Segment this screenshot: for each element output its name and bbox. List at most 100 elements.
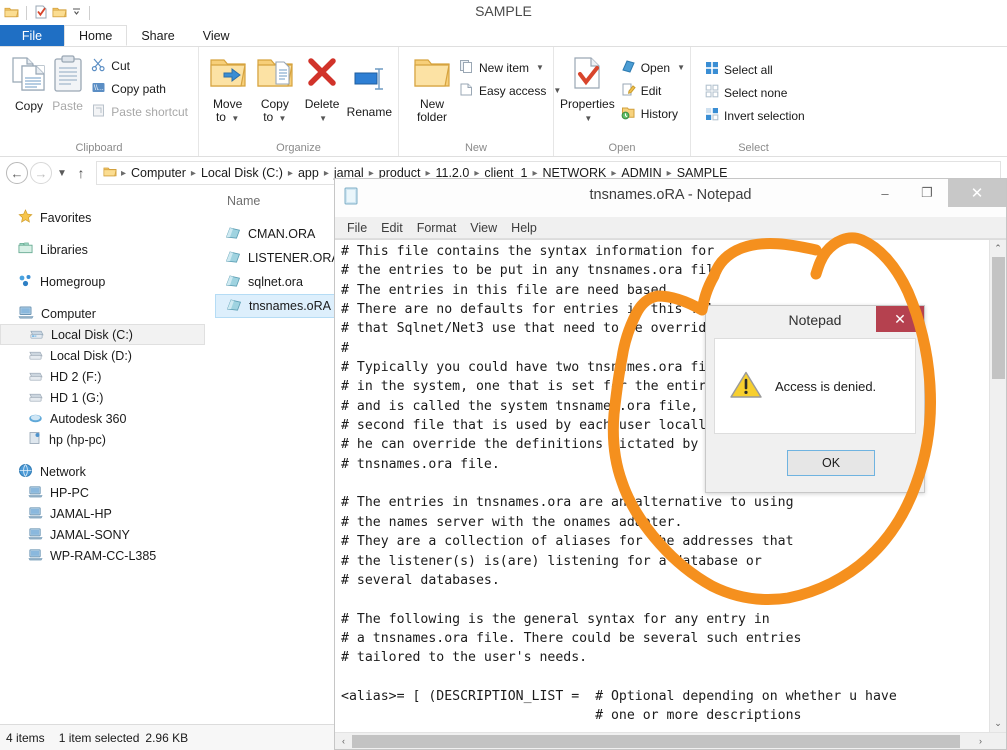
ora-file-icon (225, 274, 241, 291)
select-none-button[interactable]: Select none (701, 82, 809, 103)
move-to-button[interactable]: Move to ▼ (205, 51, 250, 125)
cloud-icon (28, 411, 43, 427)
edit-button[interactable]: Edit (617, 80, 689, 101)
properties-icon (569, 54, 605, 95)
paste-shortcut-button[interactable]: Paste shortcut (87, 101, 192, 122)
breadcrumb-item-local-disk-c[interactable]: Local Disk (C:) (198, 166, 286, 180)
breadcrumb-separator: ▸ (425, 167, 431, 179)
ora-file-icon (225, 250, 241, 267)
delete-caret[interactable]: ▼ (319, 114, 327, 123)
drive-icon (28, 369, 43, 385)
dialog-close-button[interactable]: ✕ (876, 306, 924, 332)
nav-item-libraries[interactable]: Libraries (0, 239, 215, 260)
move-to-icon (207, 54, 249, 95)
file-row-sqlnet[interactable]: sqlnet.ora (215, 270, 335, 294)
new-item-button[interactable]: New item ▼ (455, 57, 565, 78)
hscrollbar-thumb[interactable] (352, 734, 960, 748)
move-to-caret[interactable]: ▼ (231, 114, 239, 123)
forward-arrow-icon[interactable]: → (30, 162, 52, 184)
scroll-down-icon[interactable]: ⌄ (990, 715, 1007, 732)
tab-view[interactable]: View (189, 25, 244, 46)
nav-item-hp-pc[interactable]: HP-PC (0, 482, 215, 503)
rename-label: Rename (346, 105, 393, 119)
dialog-message: Access is denied. (775, 378, 877, 394)
open-icon (621, 59, 636, 77)
open-caret[interactable]: ▼ (677, 63, 685, 72)
ribbon-group-open: Properties ▼ Open ▼ Edit History Open (554, 47, 691, 156)
hscroll-track[interactable] (352, 734, 972, 748)
menu-format[interactable]: Format (417, 221, 457, 235)
menu-help[interactable]: Help (511, 221, 537, 235)
rename-button[interactable]: Rename (347, 51, 392, 119)
minimize-button[interactable]: – (864, 179, 906, 207)
nav-item-hd2-f[interactable]: HD 2 (F:) (0, 366, 215, 387)
tab-file[interactable]: File (0, 25, 64, 46)
pc-icon (28, 506, 43, 522)
copy-button[interactable]: Copy (10, 51, 48, 113)
notepad-vertical-scrollbar[interactable]: ⌃ ⌄ (989, 240, 1006, 732)
clipboard-small-commands: Cut \\... Copy path Paste shortcut (87, 51, 192, 122)
file-row-tnsnames[interactable]: tnsnames.oRA (215, 294, 335, 318)
scroll-up-icon[interactable]: ⌃ (990, 240, 1007, 257)
nav-item-jamal-hp[interactable]: JAMAL-HP (0, 503, 215, 524)
scrollbar-thumb[interactable] (991, 257, 1005, 379)
dialog-ok-button[interactable]: OK (787, 450, 875, 476)
new-item-caret[interactable]: ▼ (536, 63, 544, 72)
invert-selection-button[interactable]: Invert selection (701, 105, 809, 126)
maximize-button[interactable]: ❐ (906, 179, 948, 207)
cut-button[interactable]: Cut (87, 55, 192, 76)
copy-to-button[interactable]: Copy to ▼ (252, 51, 297, 125)
properties-button[interactable]: Properties ▼ (560, 51, 615, 125)
nav-item-computer[interactable]: Computer (0, 303, 215, 324)
nav-item-autodesk-360[interactable]: Autodesk 360 (0, 408, 215, 429)
easy-access-button[interactable]: Easy access ▼ (455, 80, 565, 101)
ribbon-group-organize: Move to ▼ Copy to ▼ Delete ▼ Rename Orga… (199, 47, 399, 156)
tab-share[interactable]: Share (127, 25, 188, 46)
properties-caret[interactable]: ▼ (584, 114, 592, 123)
history-button[interactable]: History (617, 103, 689, 124)
file-name: tnsnames.oRA (249, 299, 331, 313)
scroll-right-icon[interactable]: › (972, 733, 989, 750)
copy-button-label: Copy (14, 99, 43, 113)
pc-icon (28, 548, 43, 564)
menu-edit[interactable]: Edit (381, 221, 403, 235)
notepad-title-bar[interactable]: tnsnames.oRA - Notepad – ❐ ✕ (335, 179, 1006, 217)
nav-item-hd1-g[interactable]: HD 1 (G:) (0, 387, 215, 408)
ribbon-group-clipboard: Copy Paste Cut \\... Copy path Paste sho… (0, 47, 199, 156)
nav-item-network[interactable]: Network (0, 461, 215, 482)
open-button[interactable]: Open ▼ (617, 57, 689, 78)
tab-home[interactable]: Home (64, 25, 128, 46)
menu-file[interactable]: File (347, 221, 367, 235)
nav-item-hp-hp-pc[interactable]: hp (hp-pc) (0, 429, 215, 450)
file-row-listener[interactable]: LISTENER.ORA (215, 246, 340, 270)
notepad-horizontal-scrollbar[interactable]: ‹ › (335, 732, 1006, 749)
recent-locations-caret[interactable]: ▼ (54, 168, 70, 179)
nav-item-jamal-sony[interactable]: JAMAL-SONY (0, 524, 215, 545)
menu-view[interactable]: View (470, 221, 497, 235)
scroll-left-icon[interactable]: ‹ (335, 733, 352, 750)
file-row-cman[interactable]: CMAN.ORA (215, 222, 335, 246)
copy-to-caret[interactable]: ▼ (279, 114, 287, 123)
group-label-new: New (464, 142, 487, 154)
breadcrumb-item-app[interactable]: app (295, 166, 322, 180)
nav-item-wp-ram-cc-l385[interactable]: WP-RAM-CC-L385 (0, 545, 215, 566)
nav-item-label: HP-PC (50, 485, 89, 500)
nav-item-local-disk-c[interactable]: Local Disk (C:) (0, 324, 205, 345)
drive-icon (29, 327, 44, 343)
select-all-button[interactable]: Select all (701, 59, 809, 80)
up-arrow-icon[interactable]: ↑ (72, 165, 90, 181)
new-folder-icon (411, 54, 453, 95)
back-arrow-icon[interactable]: ← (6, 162, 28, 184)
copy-to-icon (254, 54, 296, 95)
nav-item-homegroup[interactable]: Homegroup (0, 271, 215, 292)
delete-button[interactable]: Delete ▼ (299, 51, 344, 125)
nav-item-favorites[interactable]: Favorites (0, 207, 215, 228)
copy-path-button[interactable]: \\... Copy path (87, 78, 192, 99)
close-button[interactable]: ✕ (948, 179, 1006, 207)
new-folder-button[interactable]: New folder (411, 51, 453, 124)
nav-item-local-disk-d[interactable]: Local Disk (D:) (0, 345, 215, 366)
breadcrumb-separator: ▸ (474, 167, 480, 179)
breadcrumb-item-computer[interactable]: Computer (128, 166, 189, 180)
ribbon-group-new: New folder New item ▼ Easy access ▼ New (399, 47, 561, 156)
paste-button[interactable]: Paste (50, 51, 85, 113)
